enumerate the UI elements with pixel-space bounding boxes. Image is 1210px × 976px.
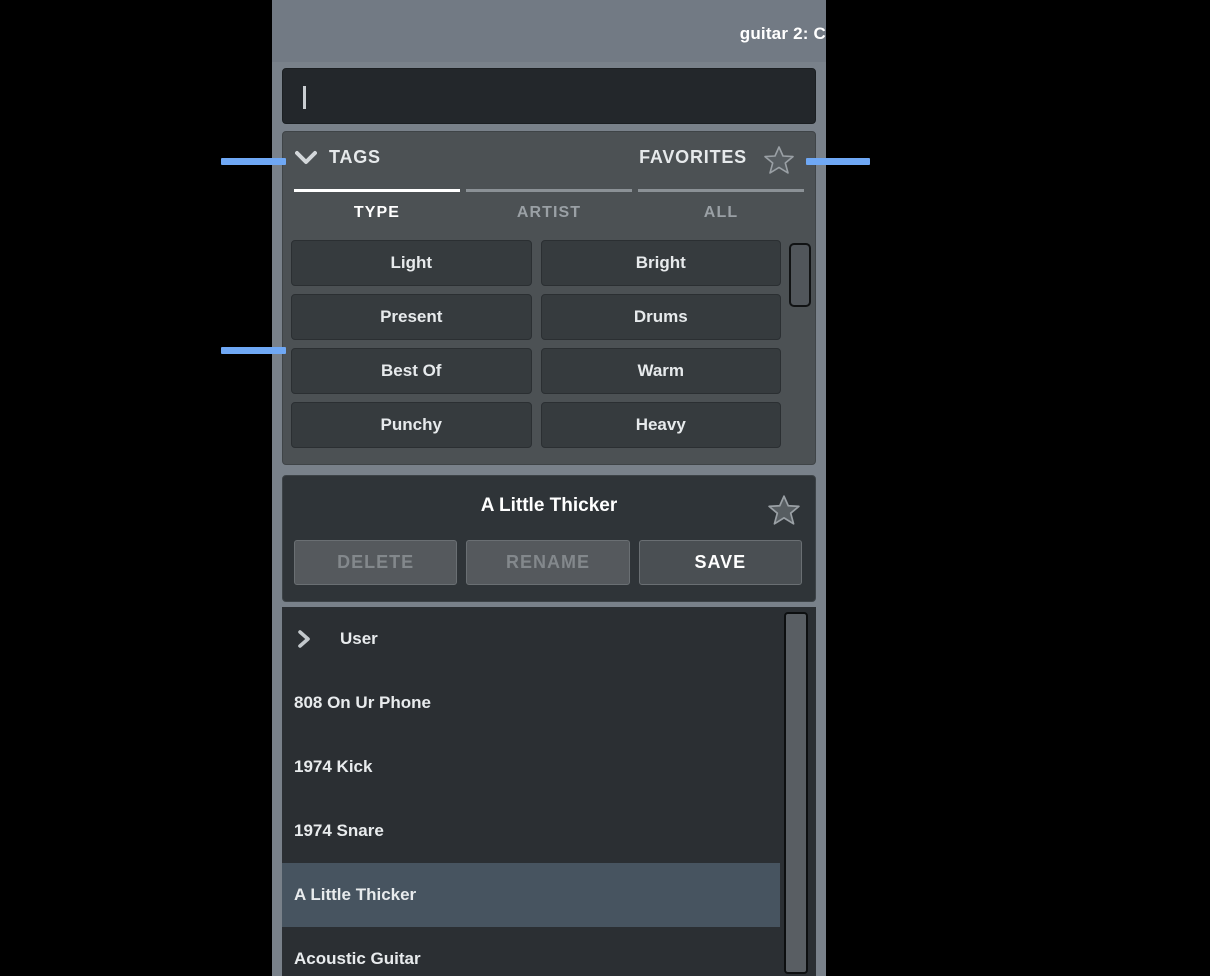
text-caret: [303, 86, 306, 109]
marker-tags-header-right: [806, 158, 870, 165]
list-item-label: 1974 Kick: [294, 757, 372, 777]
tag-button-drums[interactable]: Drums: [541, 294, 782, 340]
search-input[interactable]: [282, 68, 816, 124]
window-titlebar: guitar 2: C: [272, 0, 826, 62]
preset-list-scrollbar[interactable]: [782, 607, 808, 976]
tag-button-light[interactable]: Light: [291, 240, 532, 286]
star-outline-icon[interactable]: [763, 144, 795, 176]
star-outline-icon[interactable]: [767, 493, 801, 527]
tag-button-warm[interactable]: Warm: [541, 348, 782, 394]
tab-artist-label: ARTIST: [517, 204, 581, 221]
list-item[interactable]: 1974 Kick: [282, 735, 780, 799]
tags-label: TAGS: [329, 147, 381, 168]
preset-panel: A Little Thicker DELETE RENAME SAVE: [282, 475, 816, 602]
tag-button-punchy[interactable]: Punchy: [291, 402, 532, 448]
tab-all[interactable]: ALL: [635, 189, 807, 229]
favorites-label[interactable]: FAVORITES: [639, 147, 747, 168]
list-item-label: 808 On Ur Phone: [294, 693, 431, 713]
tags-panel: TAGS FAVORITES TYPE ARTIST: [282, 131, 816, 465]
list-item-label: Acoustic Guitar: [294, 949, 421, 969]
tags-tabs: TYPE ARTIST ALL: [291, 189, 807, 229]
preset-actions: DELETE RENAME SAVE: [294, 540, 802, 585]
tag-grid: Light Bright Present Drums Best Of Warm …: [291, 240, 781, 452]
marker-tags-header-left: [221, 158, 286, 165]
tab-all-label: ALL: [704, 204, 738, 221]
tag-button-bright[interactable]: Bright: [541, 240, 782, 286]
tab-type[interactable]: TYPE: [291, 189, 463, 229]
window-title: guitar 2: C: [740, 24, 826, 44]
chevron-right-icon[interactable]: [294, 629, 314, 649]
tab-type-label: TYPE: [354, 204, 400, 221]
list-item[interactable]: 1974 Snare: [282, 799, 780, 863]
list-group-label: User: [340, 629, 378, 649]
list-item-label: A Little Thicker: [294, 885, 416, 905]
tag-button-present[interactable]: Present: [291, 294, 532, 340]
chevron-down-icon[interactable]: [295, 150, 317, 166]
tags-scrollbar-thumb[interactable]: [789, 243, 811, 307]
tag-button-best-of[interactable]: Best Of: [291, 348, 532, 394]
tags-panel-header: TAGS FAVORITES: [283, 132, 815, 186]
tab-underline: [466, 189, 632, 192]
list-item-label: 1974 Snare: [294, 821, 384, 841]
list-item[interactable]: Acoustic Guitar: [282, 927, 780, 976]
tab-underline: [294, 189, 460, 192]
screen: guitar 2: C TAGS FAVORITES: [0, 0, 1210, 976]
preset-name: A Little Thicker: [283, 495, 815, 517]
plugin-window: guitar 2: C TAGS FAVORITES: [272, 0, 826, 976]
save-button[interactable]: SAVE: [639, 540, 802, 585]
list-item[interactable]: 808 On Ur Phone: [282, 671, 780, 735]
list-group-user[interactable]: User: [282, 607, 780, 671]
list-item-selected[interactable]: A Little Thicker: [282, 863, 780, 927]
tab-underline: [638, 189, 804, 192]
tags-scrollbar[interactable]: [785, 240, 809, 452]
tag-button-heavy[interactable]: Heavy: [541, 402, 782, 448]
rename-button[interactable]: RENAME: [466, 540, 629, 585]
preset-list: User 808 On Ur Phone 1974 Kick 1974 Snar…: [282, 607, 816, 976]
marker-tag-present-left: [221, 347, 286, 354]
preset-list-scrollbar-thumb[interactable]: [784, 612, 808, 974]
tab-artist[interactable]: ARTIST: [463, 189, 635, 229]
delete-button[interactable]: DELETE: [294, 540, 457, 585]
